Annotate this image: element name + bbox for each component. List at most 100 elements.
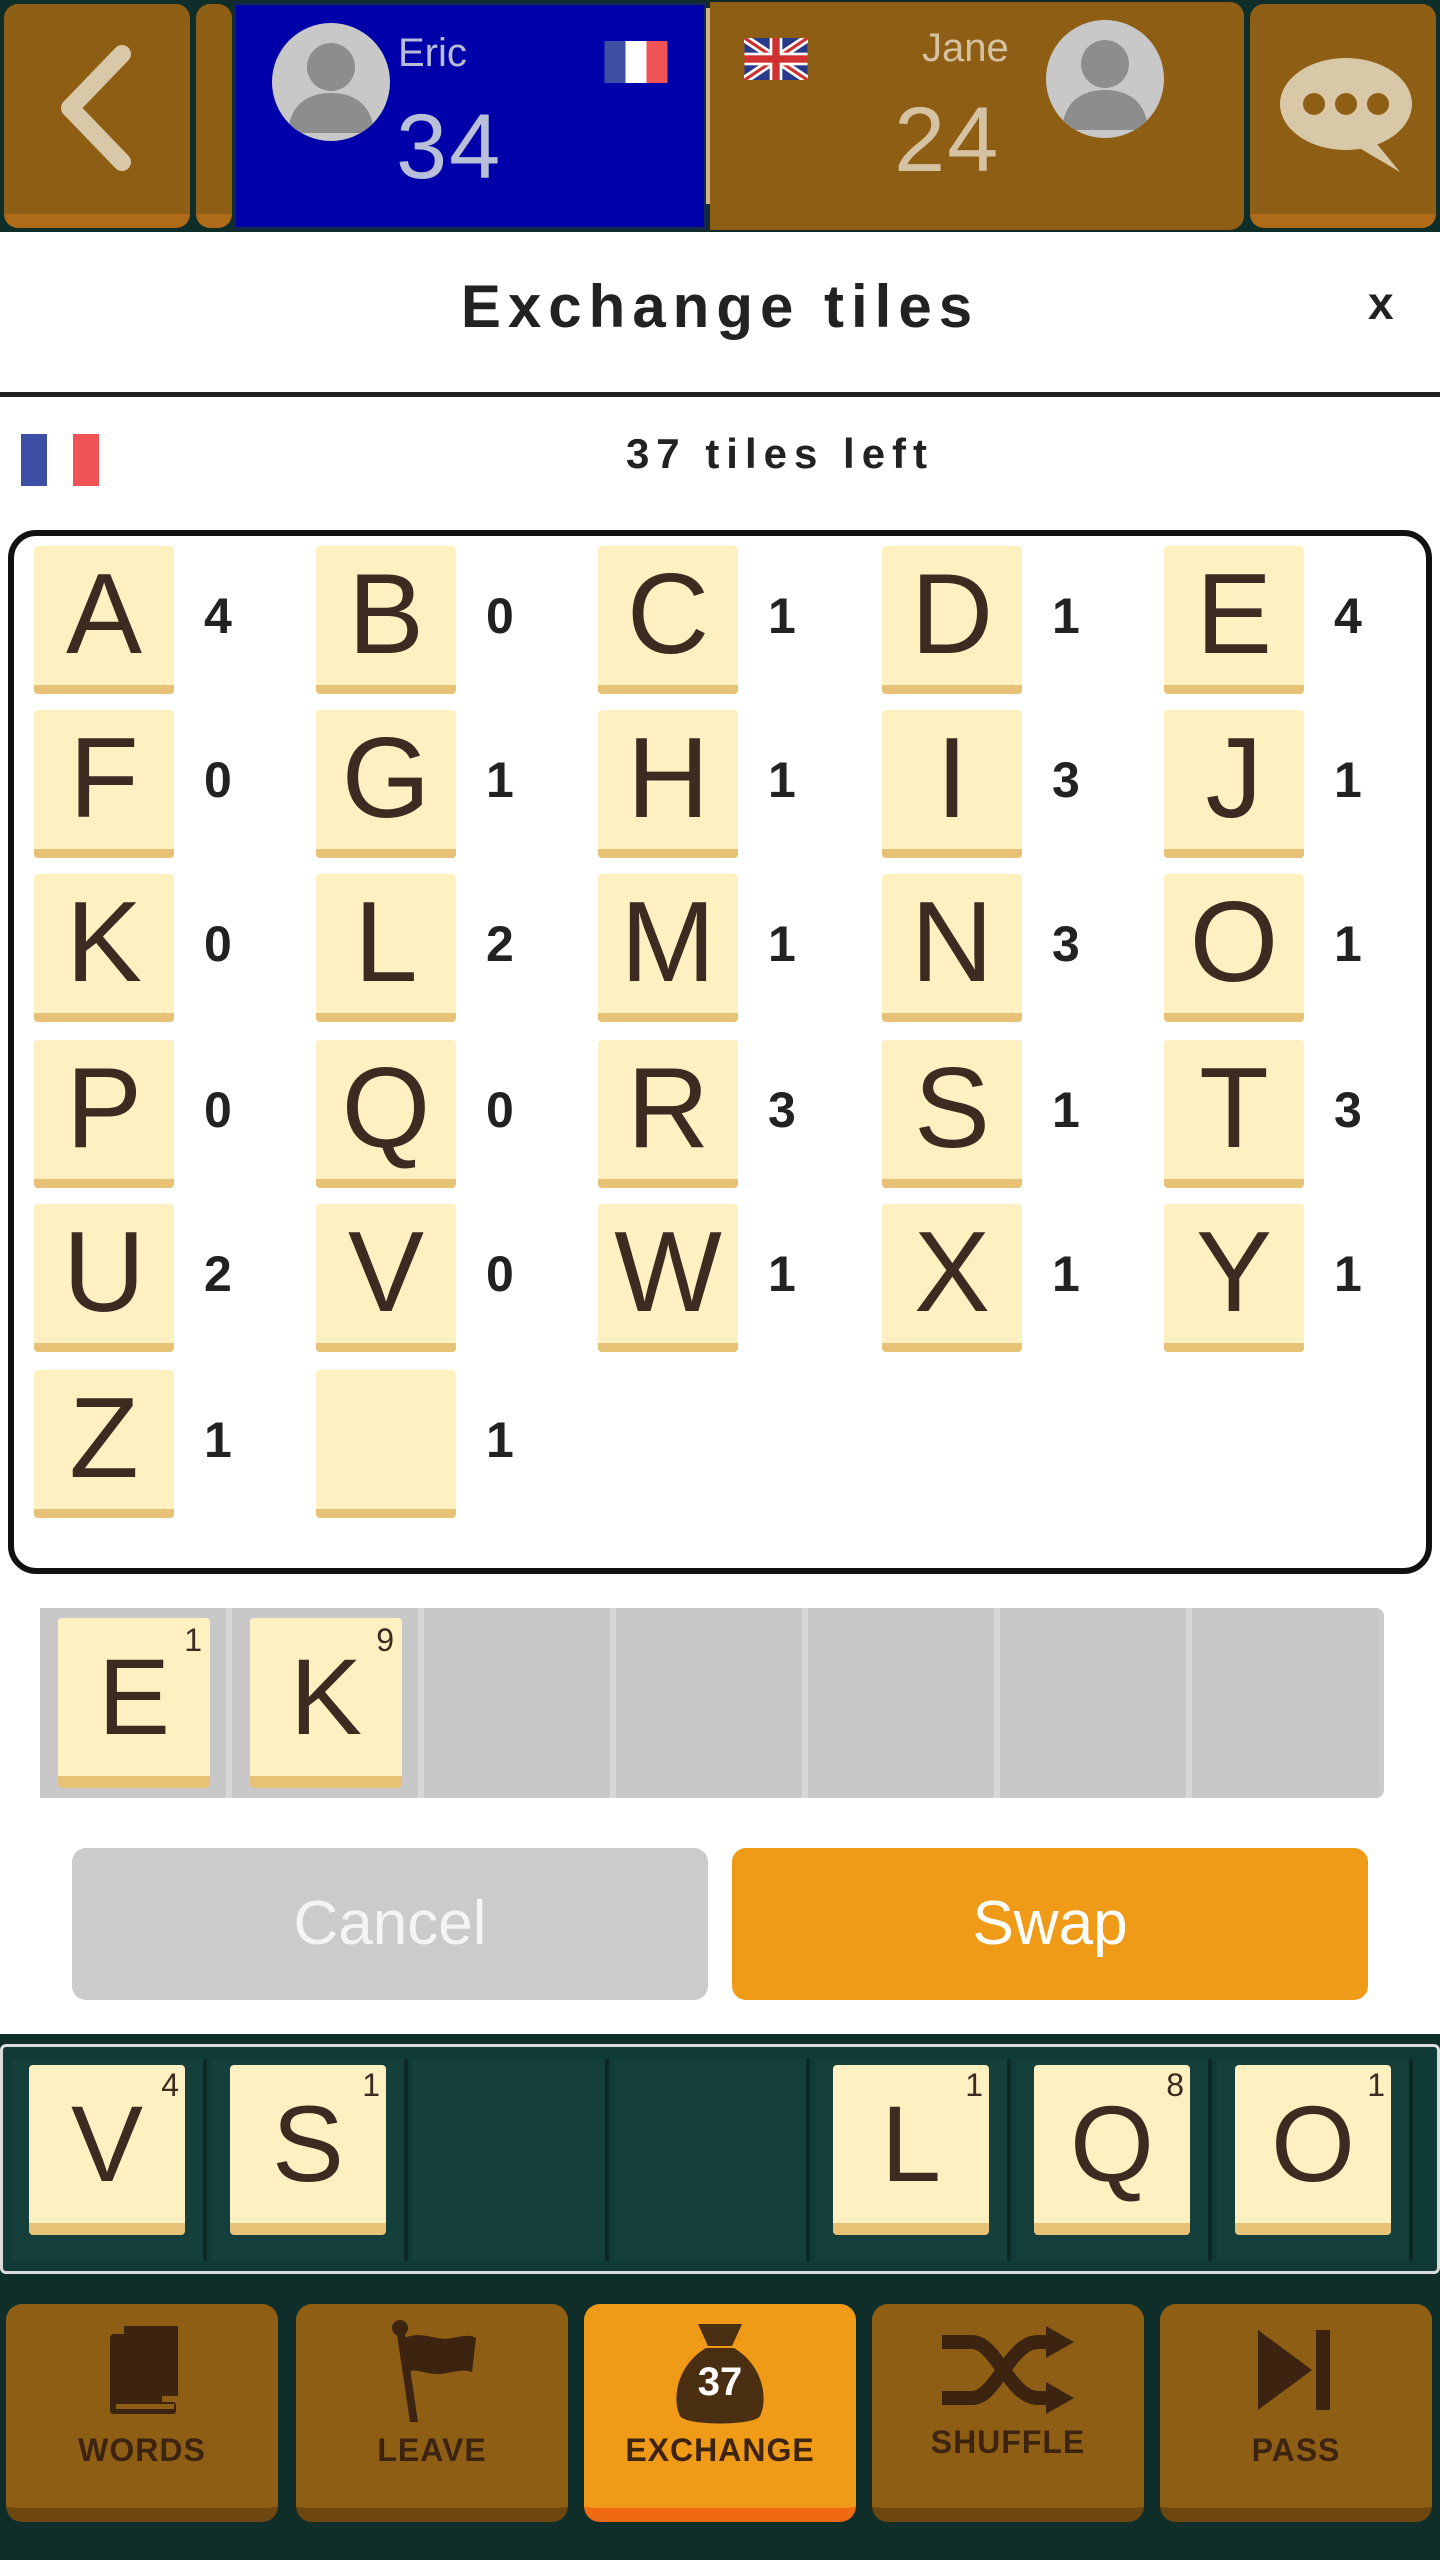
letter-tile[interactable]: B xyxy=(316,546,456,694)
tile-letter: K xyxy=(65,879,143,1006)
letter-tile[interactable]: M xyxy=(598,874,738,1022)
letter-tile[interactable]: U xyxy=(34,1204,174,1352)
tile-count: 0 xyxy=(486,588,514,644)
letter-tile[interactable]: P xyxy=(34,1040,174,1188)
tile-letter: R xyxy=(626,1045,710,1172)
shuffle-button[interactable]: SHUFFLE xyxy=(872,2304,1144,2522)
letter-tile[interactable]: Y xyxy=(1164,1204,1304,1352)
chevron-left-icon xyxy=(61,45,131,171)
chat-bubble-icon xyxy=(1280,58,1412,172)
tile-letter xyxy=(316,1370,456,1508)
letter-tile[interactable]: L xyxy=(316,874,456,1022)
swap-slot[interactable] xyxy=(808,1608,994,1798)
tile-value: 8 xyxy=(1166,2067,1184,2103)
letter-tile[interactable]: A xyxy=(34,546,174,694)
rack-tile-v[interactable]: V4 xyxy=(29,2065,185,2235)
letter-tile[interactable]: C xyxy=(598,546,738,694)
swap-slot[interactable] xyxy=(424,1608,610,1798)
tile-count: 1 xyxy=(204,1412,232,1468)
tile-count: 1 xyxy=(1052,1082,1080,1138)
letter-tile[interactable]: X xyxy=(882,1204,1022,1352)
tile-count: 1 xyxy=(1334,752,1362,808)
skip-icon xyxy=(1258,2330,1330,2410)
letter-tile[interactable]: D xyxy=(882,546,1022,694)
letter-tile[interactable]: H xyxy=(598,710,738,858)
rack-tile-s[interactable]: S1 xyxy=(230,2065,386,2235)
pass-button[interactable]: PASS xyxy=(1160,2304,1432,2522)
words-button[interactable]: WORDS xyxy=(6,2304,278,2522)
cancel-button[interactable]: Cancel xyxy=(72,1848,708,2000)
words-label: WORDS xyxy=(78,2432,206,2468)
tile-letter: E xyxy=(1195,551,1273,678)
letter-tile[interactable]: E xyxy=(1164,546,1304,694)
letter-tile[interactable]: S xyxy=(882,1040,1022,1188)
tile-letter: Z xyxy=(69,1375,139,1502)
letter-tile[interactable]: T xyxy=(1164,1040,1304,1188)
swap-tile-e[interactable]: E1 xyxy=(58,1618,210,1788)
letter-tile[interactable]: J xyxy=(1164,710,1304,858)
tile-count: 2 xyxy=(204,1246,232,1302)
tile-count: 2 xyxy=(486,916,514,972)
tile-count: 3 xyxy=(1334,1082,1362,1138)
player-score: 34 xyxy=(396,96,503,198)
letter-tile[interactable]: Q xyxy=(316,1040,456,1188)
letter-tile[interactable] xyxy=(316,1370,456,1518)
letter-distribution-grid: A4B0C1D1E4F0G1H1I3J1K0L2M1N3O1P0Q0R3S1T3… xyxy=(8,530,1432,1574)
rack-tile-l[interactable]: L1 xyxy=(833,2065,989,2235)
pass-label: PASS xyxy=(1251,2432,1341,2468)
tile-value: 1 xyxy=(965,2067,983,2103)
tile-count: 3 xyxy=(1052,752,1080,808)
uk-flag-icon xyxy=(744,38,808,80)
letter-tile[interactable]: G xyxy=(316,710,456,858)
slot-separator xyxy=(802,1608,808,1798)
swap-button[interactable]: Swap xyxy=(732,1848,1368,2000)
tile-letter: O xyxy=(1189,879,1279,1006)
avatar xyxy=(272,23,390,141)
slot-separator xyxy=(610,1608,616,1798)
letter-tile[interactable]: W xyxy=(598,1204,738,1352)
book-icon xyxy=(110,2326,178,2414)
letter-tile[interactable]: R xyxy=(598,1040,738,1188)
tile-count: 3 xyxy=(1052,916,1080,972)
letter-tile[interactable]: F xyxy=(34,710,174,858)
tiles-left-text: 37 tiles left xyxy=(625,430,935,477)
tile-count: 1 xyxy=(1052,1246,1080,1302)
tile-letter: S xyxy=(913,1045,991,1172)
letter-tile[interactable]: O xyxy=(1164,874,1304,1022)
rack-tile-o[interactable]: O1 xyxy=(1235,2065,1391,2235)
rack-slot[interactable] xyxy=(413,2059,609,2261)
tile-count: 0 xyxy=(486,1246,514,1302)
swap-tile-k[interactable]: K9 xyxy=(250,1618,402,1788)
letter-tile[interactable]: N xyxy=(882,874,1022,1022)
shuffle-icon xyxy=(942,2326,1074,2414)
swap-slot[interactable] xyxy=(1192,1608,1378,1798)
chat-button[interactable] xyxy=(1250,4,1436,228)
letter-tile[interactable]: Z xyxy=(34,1370,174,1518)
tile-count: 1 xyxy=(768,752,796,808)
rack-slot[interactable] xyxy=(614,2059,810,2261)
leave-button[interactable]: LEAVE xyxy=(296,2304,568,2522)
flag-icon xyxy=(392,2320,476,2422)
swap-slot[interactable] xyxy=(616,1608,802,1798)
tile-count: 1 xyxy=(1334,916,1362,972)
tile-letter: W xyxy=(614,1209,722,1336)
tile-letter: C xyxy=(626,551,710,678)
letter-tile[interactable]: V xyxy=(316,1204,456,1352)
tile-letter: D xyxy=(910,551,994,678)
swap-slot[interactable] xyxy=(1000,1608,1186,1798)
title-divider xyxy=(0,392,1440,397)
header-spacer xyxy=(196,4,232,228)
letter-tile[interactable]: I xyxy=(882,710,1022,858)
tile-letter: L xyxy=(354,879,418,1006)
exchange-button[interactable]: 37 EXCHANGE xyxy=(584,2304,856,2522)
tile-letter: I xyxy=(936,715,968,842)
swap-rack[interactable]: E1K9 xyxy=(40,1608,1384,1798)
rack-tile-q[interactable]: Q8 xyxy=(1034,2065,1190,2235)
letter-tile[interactable]: K xyxy=(34,874,174,1022)
slot-separator xyxy=(994,1608,1000,1798)
slot-separator xyxy=(1186,1608,1192,1798)
player-rack[interactable]: V4 S1 L1 Q8 O1 xyxy=(0,2044,1440,2274)
back-button[interactable] xyxy=(4,4,190,228)
tile-count: 3 xyxy=(768,1082,796,1138)
close-button[interactable]: x xyxy=(1368,276,1394,330)
